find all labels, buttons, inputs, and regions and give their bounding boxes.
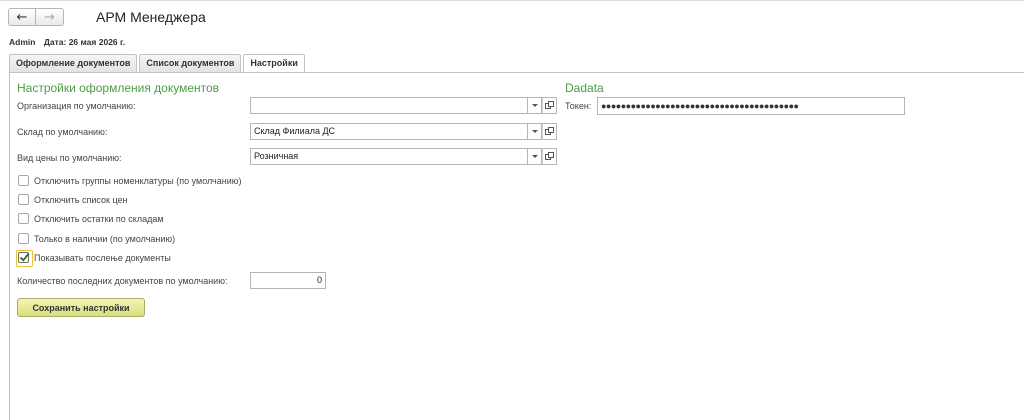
price-label: Вид цены по умолчанию: [17, 153, 122, 163]
disable-stock-label: Отключить остатки по складам [34, 213, 164, 224]
open-window-icon [545, 101, 554, 109]
checkbox-row-disable-groups[interactable]: Отключить группы номенклатуры (по умолча… [18, 175, 242, 186]
tab-settings[interactable]: Настройки [243, 54, 305, 73]
disable-groups-label: Отключить группы номенклатуры (по умолча… [34, 175, 242, 186]
open-window-icon [545, 152, 554, 160]
forward-button[interactable]: → [36, 8, 64, 26]
chevron-down-icon [531, 130, 538, 133]
org-label: Организация по умолчанию: [17, 101, 136, 111]
recent-count-input[interactable]: 0 [250, 272, 326, 289]
dadata-section-title: Dadata [565, 81, 604, 95]
user-info: Admin Дата: 26 мая 2026 г. [9, 37, 131, 47]
disable-prices-checkbox[interactable] [18, 194, 29, 205]
disable-prices-label: Отключить список цен [34, 194, 128, 205]
tab-documents-list[interactable]: Список документов [139, 54, 242, 72]
checkbox-row-in-stock-only[interactable]: Только в наличии (по умолчанию) [18, 233, 175, 244]
org-field[interactable] [250, 97, 528, 114]
org-open-button[interactable] [542, 97, 557, 114]
chevron-down-icon [531, 104, 538, 107]
tab-bar: Оформление документов Список документов … [9, 54, 307, 73]
org-dropdown-button[interactable] [528, 97, 542, 114]
save-settings-button[interactable]: Сохранить настройки [17, 298, 145, 317]
price-open-button[interactable] [542, 148, 557, 165]
chevron-down-icon [531, 155, 538, 158]
checkbox-row-show-recent[interactable]: Показывать послење документы [16, 250, 171, 267]
back-button[interactable]: ← [8, 8, 36, 26]
user-name: Admin [9, 37, 36, 47]
in-stock-only-checkbox[interactable] [18, 233, 29, 244]
arrow-left-icon: ← [16, 9, 28, 25]
nav-buttons: ← → [8, 8, 64, 26]
checkbox-row-disable-stock[interactable]: Отключить остатки по складам [18, 213, 164, 224]
tab-documents-form[interactable]: Оформление документов [9, 54, 138, 72]
in-stock-only-label: Только в наличии (по умолчанию) [34, 233, 176, 244]
top-border [0, 0, 1024, 1]
warehouse-field[interactable]: Склад Филиала ДС [250, 123, 528, 140]
recent-count-label: Количество последних документов по умолч… [17, 276, 228, 286]
check-icon [19, 252, 30, 262]
checkbox-row-disable-prices[interactable]: Отключить список цен [18, 194, 127, 205]
arrow-right-icon: → [44, 9, 55, 25]
price-dropdown-button[interactable] [528, 148, 542, 165]
warehouse-open-button[interactable] [542, 123, 557, 140]
app-title: АРМ Менеджера [96, 9, 206, 25]
warehouse-dropdown-button[interactable] [528, 123, 542, 140]
settings-section-title: Настройки оформления документов [17, 81, 220, 95]
warehouse-label: Склад по умолчанию: [17, 127, 108, 137]
show-recent-checkbox[interactable] [16, 250, 33, 267]
disable-groups-checkbox[interactable] [18, 175, 29, 186]
show-recent-label: Показывать послење документы [34, 252, 171, 263]
open-window-icon [545, 127, 554, 135]
token-label: Токен: [565, 101, 592, 111]
disable-stock-checkbox[interactable] [18, 213, 29, 224]
price-field[interactable]: Розничная [250, 148, 528, 165]
token-input[interactable]: ●●●●●●●●●●●●●●●●●●●●●●●●●●●●●●●●●●●●●●●● [597, 97, 905, 115]
current-date: Дата: 26 мая 2026 г. [43, 37, 126, 47]
